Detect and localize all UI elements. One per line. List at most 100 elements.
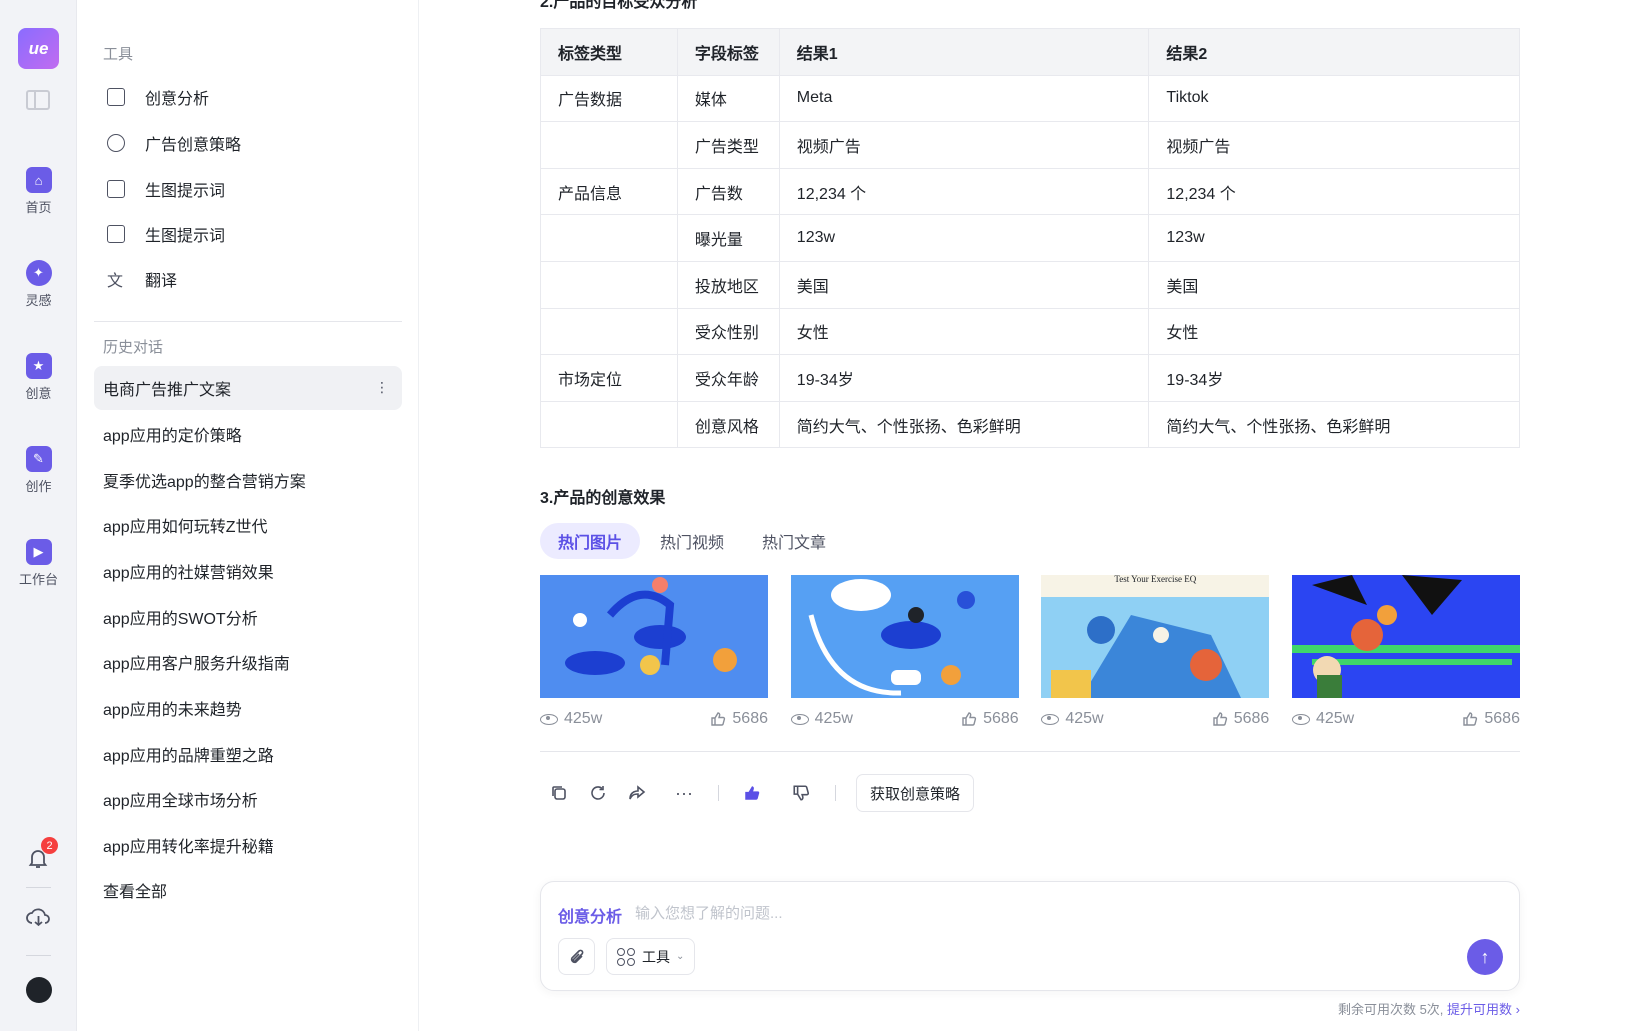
upgrade-quota-link[interactable]: 提升可用数 › [1447,1002,1520,1017]
table-cell: 曝光量 [676,214,780,262]
doc-ad-icon [107,225,125,243]
history-item[interactable]: app应用的品牌重塑之路 [94,732,402,776]
table-cell: 广告数据 [540,74,678,123]
tools-dropdown[interactable]: 工具 ⌄ [606,938,696,975]
history-item[interactable]: app应用转化率提升秘籍 [94,823,402,867]
rail-item-home[interactable]: ⌂ 首页 [0,167,77,216]
tool-item-creative-analysis[interactable]: 创意分析 [107,79,209,115]
history-item[interactable]: app应用如何玩转Z世代 [94,503,402,547]
home-icon: ⌂ [25,167,52,193]
card-stats: 425w 5686 [1041,710,1269,728]
table-row: 广告类型 视频广告 视频广告 [540,121,1520,169]
thumb-up-filled-icon[interactable] [733,774,771,812]
doc-image-icon [107,180,125,198]
view-count: 425w [540,710,602,728]
history-item[interactable]: app应用的SWOT分析 [94,595,402,639]
table-cell: 广告类型 [676,121,780,169]
paperclip-icon [570,949,583,963]
views-value: 425w [564,710,603,727]
tool-item-image-prompt-2[interactable]: 生图提示词 [107,216,225,252]
history-item[interactable]: app应用的未来趋势 [94,686,402,730]
lightbulb-icon: ✦ [25,260,52,286]
creative-thumbnail[interactable] [1291,575,1520,698]
rail-item-workbench[interactable]: ▶ 工作台 [0,539,77,588]
table-cell: 产品信息 [540,167,678,216]
attach-button[interactable] [558,938,595,975]
view-count: 425w [790,710,853,728]
tab-hot-videos[interactable]: 热门视频 [642,523,742,559]
tool-item-image-prompt[interactable]: 生图提示词 [107,171,225,207]
table-row: 曝光量 123w 123w [540,214,1520,262]
copy-icon[interactable] [540,774,578,812]
sidebar-toggle-icon[interactable] [26,90,50,110]
rail-label: 工作台 [18,572,58,587]
table-cell [540,260,678,309]
tool-item-ad-strategy[interactable]: 广告创意策略 [107,125,241,161]
more-icon[interactable]: ··· [665,774,703,812]
creative-card[interactable]: 425w 5686 [1291,575,1520,728]
send-button[interactable]: ↑ [1467,939,1503,975]
rail-label: 灵感 [25,293,52,308]
tab-hot-images[interactable]: 热门图片 [540,523,641,559]
rail-item-inspiration[interactable]: ✦ 灵感 [0,260,77,309]
table-header: 字段标签 [676,28,780,76]
table-cell: Tiktok [1148,74,1520,123]
refresh-icon[interactable] [579,774,617,812]
history-item[interactable]: 电商广告推广文案 ⋮ [94,366,402,410]
rail-item-creative[interactable]: ★ 创意 [0,353,77,402]
tool-item-translate[interactable]: 文 翻译 [107,261,177,297]
creative-thumbnail[interactable] [540,575,768,698]
thumb-up-icon [1213,712,1227,726]
table-row: 受众性别 女性 女性 [540,307,1520,356]
tab-hot-articles[interactable]: 热门文章 [744,523,844,559]
sidebar-divider [94,321,402,322]
tool-label: 翻译 [145,273,178,290]
creative-card[interactable]: 425w 5686 [790,575,1019,728]
more-vertical-icon[interactable]: ⋮ [375,379,389,396]
creative-card[interactable]: 425w 5686 [540,575,768,728]
creative-thumbnail[interactable] [790,575,1019,698]
tool-label: 生图提示词 [145,228,226,245]
table-header: 结果2 [1148,28,1520,76]
share-icon[interactable] [618,774,656,812]
rail-label: 首页 [25,200,52,215]
composer-mode-tag[interactable]: 创意分析 [558,903,622,927]
thumb-up-icon [962,712,977,726]
eye-icon [540,713,558,725]
thumb-down-icon[interactable] [782,774,820,812]
like-count[interactable]: 5686 [1462,710,1520,728]
cloud-download-icon[interactable] [25,905,52,929]
rail-divider [26,955,51,956]
history-item[interactable]: 夏季优选app的整合营销方案 [94,458,402,502]
creative-card[interactable]: Test Your Exercise EQ 425w 5686 [1041,575,1270,728]
rail-divider [26,887,51,888]
chat-input[interactable] [635,900,1335,926]
history-item[interactable]: app应用客户服务升级指南 [94,640,402,684]
rail-item-create[interactable]: ✎ 创作 [0,446,77,495]
table-cell: 123w [778,214,1150,262]
like-count[interactable]: 5686 [961,710,1019,728]
tool-label: 创意分析 [145,91,210,108]
view-all-link[interactable]: 查看全部 [94,868,402,912]
app-logo[interactable]: ue [18,28,59,69]
audience-table: 标签类型 字段标签 结果1 结果2 广告数据 媒体 Meta Tiktok 广告类型视… [540,28,1520,449]
eye-icon [790,713,809,725]
card-stats: 425w 5686 [540,710,768,728]
table-cell: 12,234 个 [778,167,1150,216]
like-count[interactable]: 5686 [710,710,768,728]
app-root: ue ⌂ 首页 ✦ 灵感 ★ 创意 ✎ 创作 ▶ 工作台 2 工具 创意分析 广… [0,0,1640,1031]
table-cell: 女性 [778,307,1150,356]
table-row: 广告数据 媒体 Meta Tiktok [540,74,1520,123]
icon-rail: ue ⌂ 首页 ✦ 灵感 ★ 创意 ✎ 创作 ▶ 工作台 2 [0,0,77,1031]
history-label: app应用的SWOT分析 [103,611,258,628]
table-cell [540,214,678,262]
likes-value: 5686 [1484,710,1520,727]
history-item[interactable]: app应用的定价策略 [94,412,402,456]
creative-thumbnail[interactable]: Test Your Exercise EQ [1041,575,1270,698]
history-item[interactable]: app应用的社媒营销效果 [94,549,402,593]
like-count[interactable]: 5686 [1212,710,1269,728]
history-item[interactable]: app应用全球市场分析 [94,777,402,821]
table-cell [540,121,678,169]
user-avatar[interactable] [26,977,52,1003]
get-strategy-button[interactable]: 获取创意策略 [856,774,975,812]
